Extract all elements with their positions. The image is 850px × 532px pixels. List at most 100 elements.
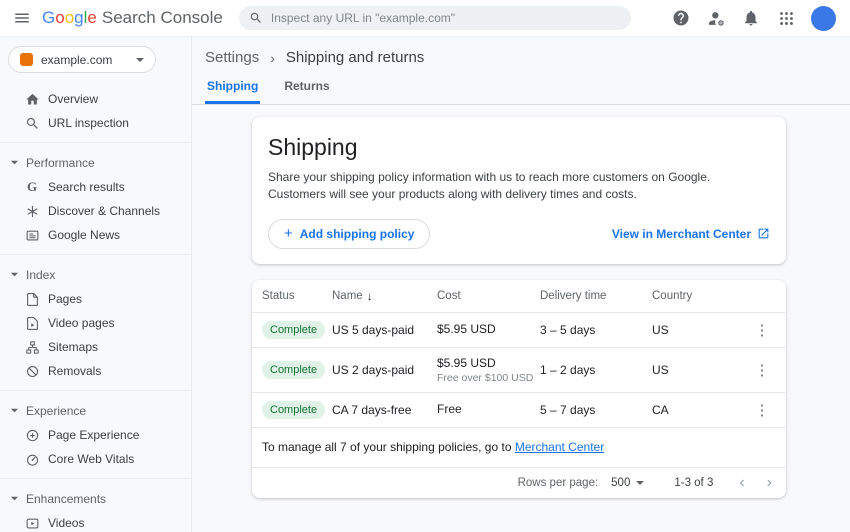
next-page-icon[interactable]: ›	[767, 475, 772, 491]
sidebar-item-url-inspection[interactable]: URL inspection	[0, 111, 191, 135]
sidebar-section-index[interactable]: Index	[0, 262, 191, 287]
sidebar-item-core-web-vitals[interactable]: Core Web Vitals	[0, 447, 191, 471]
home-icon	[24, 91, 40, 107]
policy-cost: $5.95 USDFree over $100 USD	[437, 356, 540, 384]
previous-page-icon[interactable]: ‹	[739, 475, 744, 491]
status-badge: Complete	[262, 361, 325, 379]
row-menu-kebab-icon[interactable]: ⋮	[751, 361, 774, 379]
policy-delivery-time: 1 – 2 days	[540, 363, 652, 377]
add-shipping-policy-button[interactable]: + Add shipping policy	[268, 219, 430, 249]
property-name: example.com	[41, 53, 112, 67]
sitemap-icon	[24, 339, 40, 355]
shipping-policies-table: Status Name↓ Cost Delivery time Country …	[252, 280, 786, 498]
rows-per-page-label: Rows per page:	[518, 477, 599, 489]
view-in-merchant-center-link[interactable]: View in Merchant Center	[612, 227, 770, 241]
help-button[interactable]	[667, 4, 695, 32]
column-header-cost: Cost	[437, 290, 540, 302]
property-selector[interactable]: example.com	[8, 46, 156, 73]
pagination: Rows per page: 500 1-3 of 3 ‹ ›	[252, 468, 786, 498]
sidebar-item-discover-channels[interactable]: Discover & Channels	[0, 199, 191, 223]
external-link-icon	[757, 227, 770, 240]
url-inspect-searchbar[interactable]	[239, 6, 631, 30]
column-header-delivery-time: Delivery time	[540, 290, 652, 302]
main-content: Settings › Shipping and returns Shipping…	[192, 37, 850, 532]
policy-name: CA 7 days-free	[332, 403, 437, 417]
status-badge: Complete	[262, 321, 325, 339]
breadcrumb-settings[interactable]: Settings	[205, 49, 259, 66]
manage-accounts-icon	[707, 9, 726, 28]
search-input[interactable]	[271, 11, 627, 25]
sidebar-item-page-experience[interactable]: Page Experience	[0, 423, 191, 447]
row-menu-kebab-icon[interactable]: ⋮	[751, 401, 774, 419]
notifications-button[interactable]	[737, 4, 765, 32]
policy-delivery-time: 5 – 7 days	[540, 403, 652, 417]
sidebar-item-sitemaps[interactable]: Sitemaps	[0, 335, 191, 359]
chevron-down-icon	[10, 406, 19, 415]
video-file-icon	[24, 315, 40, 331]
divider	[0, 390, 191, 391]
shipping-description: Share your shipping policy information w…	[268, 169, 736, 204]
policy-name: US 5 days-paid	[332, 323, 437, 337]
shipping-card: Shipping Share your shipping policy info…	[252, 117, 786, 264]
shipping-actions: + Add shipping policy View in Merchant C…	[268, 219, 770, 249]
policy-country: CA	[652, 403, 744, 417]
sidebar-nav: Overview URL inspection Performance G Se…	[0, 87, 191, 532]
chevron-down-icon	[10, 158, 19, 167]
menu-button[interactable]	[8, 4, 36, 32]
sidebar-item-overview[interactable]: Overview	[0, 87, 191, 111]
sidebar-section-experience[interactable]: Experience	[0, 398, 191, 423]
property-favicon	[20, 53, 33, 66]
breadcrumb-current: Shipping and returns	[286, 49, 424, 66]
sidebar-item-google-news[interactable]: Google News	[0, 223, 191, 247]
help-icon	[672, 9, 690, 27]
sort-descending-icon: ↓	[367, 289, 373, 303]
row-menu-kebab-icon[interactable]: ⋮	[751, 321, 774, 339]
table-row: Complete US 2 days-paid $5.95 USDFree ov…	[252, 348, 786, 393]
sidebar-item-video-pages[interactable]: Video pages	[0, 311, 191, 335]
tab-returns[interactable]: Returns	[282, 72, 331, 104]
gauge-icon	[24, 451, 40, 467]
sidebar-section-performance[interactable]: Performance	[0, 150, 191, 175]
divider	[0, 142, 191, 143]
product-name: Search Console	[102, 8, 223, 28]
merchant-center-link[interactable]: Merchant Center	[515, 440, 604, 454]
apps-grid-icon	[778, 10, 795, 27]
topbar: Google Search Console	[0, 0, 850, 37]
search-icon	[24, 115, 40, 131]
sidebar-section-enhancements[interactable]: Enhancements	[0, 486, 191, 511]
chevron-right-icon: ›	[270, 50, 275, 66]
column-header-name[interactable]: Name↓	[332, 289, 437, 303]
policy-name: US 2 days-paid	[332, 363, 437, 377]
hamburger-icon	[13, 9, 31, 27]
plus-icon: +	[284, 226, 293, 241]
block-icon	[24, 363, 40, 379]
status-badge: Complete	[262, 401, 325, 419]
breadcrumb: Settings › Shipping and returns	[205, 49, 850, 66]
sidebar-item-removals[interactable]: Removals	[0, 359, 191, 383]
apps-grid-button[interactable]	[772, 4, 800, 32]
chevron-down-icon	[10, 494, 19, 503]
sidebar-item-videos[interactable]: Videos	[0, 511, 191, 532]
user-settings-button[interactable]	[702, 4, 730, 32]
chevron-down-icon	[10, 270, 19, 279]
sidebar-item-pages[interactable]: Pages	[0, 287, 191, 311]
rows-per-page-select[interactable]: 500	[611, 477, 644, 489]
table-footer-note: To manage all 7 of your shipping policie…	[252, 428, 786, 468]
page-body: example.com Overview URL inspection Perf…	[0, 37, 850, 532]
divider	[0, 478, 191, 479]
policy-country: US	[652, 323, 744, 337]
policy-delivery-time: 3 – 5 days	[540, 323, 652, 337]
column-header-country: Country	[652, 290, 744, 302]
page-title: Shipping	[268, 134, 770, 161]
tabbar: Shipping Returns	[192, 72, 850, 105]
pagination-range: 1-3 of 3	[674, 477, 713, 489]
sidebar-item-search-results[interactable]: G Search results	[0, 175, 191, 199]
tab-shipping[interactable]: Shipping	[205, 72, 260, 104]
app-logo[interactable]: Google Search Console	[42, 8, 223, 28]
file-icon	[24, 291, 40, 307]
search-icon	[249, 11, 263, 25]
newspaper-icon	[24, 227, 40, 243]
google-logo-text: Google	[42, 8, 97, 28]
topbar-actions	[667, 4, 836, 32]
avatar[interactable]	[811, 6, 836, 31]
